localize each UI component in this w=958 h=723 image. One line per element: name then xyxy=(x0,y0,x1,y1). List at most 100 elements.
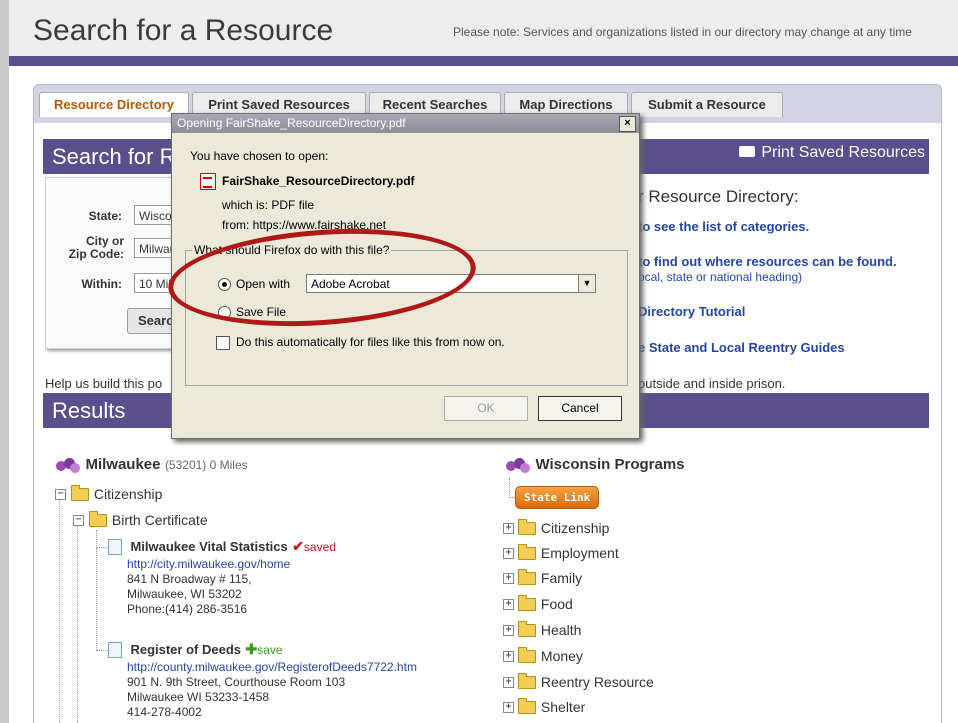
dropdown-arrow-icon[interactable]: ▼ xyxy=(578,275,595,292)
expand-icon[interactable]: + xyxy=(503,702,514,714)
resource-item: Register of Deeds ✚save xyxy=(108,641,283,659)
city-zip-label: City or Zip Code: xyxy=(56,235,124,261)
tree-line xyxy=(96,530,97,548)
cancel-button[interactable]: Cancel xyxy=(538,396,622,421)
printer-icon xyxy=(739,146,756,158)
categories-help-link[interactable]: to see the list of categories. xyxy=(638,219,809,234)
print-saved-resources-link[interactable]: Print Saved Resources xyxy=(739,144,925,162)
close-icon[interactable]: × xyxy=(619,116,636,132)
tree-label: Reentry Resource xyxy=(540,674,654,690)
ok-button[interactable]: OK xyxy=(444,396,528,421)
directory-notice: Please note: Services and organizations … xyxy=(453,25,912,39)
folder-icon xyxy=(518,698,537,715)
collapse-icon[interactable]: − xyxy=(55,489,66,501)
resource-address-line1: 901 N. 9th Street, Courthouse Room 103 xyxy=(127,675,346,689)
program-category[interactable]: + Money xyxy=(503,647,583,666)
document-icon xyxy=(108,641,122,658)
folder-icon xyxy=(71,485,90,502)
checkmark-icon: ✔ xyxy=(292,538,304,554)
tab-resource-directory[interactable]: Resource Directory xyxy=(39,92,189,117)
directory-tutorial-link[interactable]: Directory Tutorial xyxy=(638,304,745,319)
locations-help-link[interactable]: to find out where resources can be found… xyxy=(638,254,897,269)
page-title: Search for a Resource xyxy=(33,14,334,47)
tree-label: Money xyxy=(540,648,583,664)
saved-status[interactable]: saved xyxy=(304,540,336,554)
location-name: Milwaukee xyxy=(85,456,161,473)
folder-icon xyxy=(518,647,537,664)
program-category[interactable]: + Reentry Resource xyxy=(503,673,654,692)
search-section-title: Search for R xyxy=(52,144,176,169)
location-meta: (53201) 0 Miles xyxy=(164,458,248,472)
auto-action-label[interactable]: Do this automatically for files like thi… xyxy=(236,335,505,349)
collapse-icon[interactable]: − xyxy=(73,515,84,527)
dialog-file-type: which is: PDF file xyxy=(222,198,315,212)
header-divider xyxy=(9,56,958,66)
expand-icon[interactable]: + xyxy=(503,548,514,560)
program-category[interactable]: + Employment xyxy=(503,544,619,563)
program-category[interactable]: + Health xyxy=(503,621,582,640)
resource-address-line2: Milwaukee WI 53233-1458 xyxy=(127,690,270,704)
expand-icon[interactable]: + xyxy=(503,523,514,535)
dialog-filename: FairShake_ResourceDirectory.pdf xyxy=(222,174,415,188)
people-icon xyxy=(55,457,81,473)
tree-label: Citizenship xyxy=(93,486,163,502)
programs-heading: Wisconsin Programs xyxy=(505,456,685,474)
expand-icon[interactable]: + xyxy=(503,651,514,663)
folder-icon xyxy=(518,621,537,638)
tab-submit-a-resource[interactable]: Submit a Resource xyxy=(631,92,783,117)
program-category[interactable]: + Family xyxy=(503,569,583,588)
tree-label: Employment xyxy=(540,545,619,561)
program-category[interactable]: + Citizenship xyxy=(503,519,609,538)
program-category[interactable]: + Food xyxy=(503,595,573,614)
tree-label: Food xyxy=(540,596,573,612)
help-build-text: Help us build this po xyxy=(45,376,163,391)
expand-icon[interactable]: + xyxy=(503,677,514,689)
save-action[interactable]: save xyxy=(257,643,282,657)
tree-node-citizenship[interactable]: − Citizenship xyxy=(55,485,163,504)
within-label: Within: xyxy=(81,277,122,291)
folder-icon xyxy=(518,569,537,586)
document-icon xyxy=(108,538,122,555)
tree-line xyxy=(509,478,510,498)
folder-icon xyxy=(518,544,537,561)
tree-label: Birth Certificate xyxy=(111,512,208,528)
resource-item: Milwaukee Vital Statistics ✔saved xyxy=(108,538,336,556)
program-category[interactable]: + Shelter xyxy=(503,698,586,717)
resource-name: Register of Deeds xyxy=(130,642,241,657)
tree-line xyxy=(96,650,108,651)
people-icon xyxy=(505,457,531,473)
dialog-title: Opening FairShake_ResourceDirectory.pdf xyxy=(172,114,639,133)
tree-label: Shelter xyxy=(540,699,586,715)
resource-url[interactable]: http://county.milwaukee.gov/RegisterofDe… xyxy=(127,660,417,674)
location-heading: Milwaukee (53201) 0 Miles xyxy=(55,456,248,474)
tree-label: Family xyxy=(540,570,583,586)
reentry-guides-link[interactable]: e State and Local Reentry Guides xyxy=(638,340,845,355)
expand-icon[interactable]: + xyxy=(503,599,514,611)
tree-line xyxy=(96,547,108,548)
dialog-intro: You have chosen to open: xyxy=(190,149,329,163)
city-label-line1: City or xyxy=(85,234,124,248)
resource-phone: 414-278-4002 xyxy=(127,705,202,719)
locations-help-subtext: ocal, state or national heading) xyxy=(638,270,803,284)
results-title: Results xyxy=(52,398,126,423)
tree-node-birth-certificate[interactable]: − Birth Certificate xyxy=(73,511,208,530)
resource-phone: Phone:(414) 286-3516 xyxy=(127,602,248,616)
auto-action-checkbox[interactable] xyxy=(216,336,230,350)
expand-icon[interactable]: + xyxy=(503,625,514,637)
pdf-file-icon xyxy=(200,173,216,190)
plus-icon: ✚ xyxy=(245,641,258,657)
state-link-button[interactable]: State Link xyxy=(515,486,600,509)
programs-title: Wisconsin Programs xyxy=(535,456,685,473)
folder-icon xyxy=(518,595,537,612)
tree-line xyxy=(77,524,78,723)
print-saved-label: Print Saved Resources xyxy=(761,144,925,161)
resource-name: Milwaukee Vital Statistics xyxy=(130,539,288,554)
tree-label: Health xyxy=(540,622,582,638)
state-label: State: xyxy=(88,209,122,223)
folder-icon xyxy=(518,519,537,536)
expand-icon[interactable]: + xyxy=(503,573,514,585)
tree-line xyxy=(96,548,97,650)
help-build-text-right: outside and inside prison. xyxy=(638,376,786,391)
resource-url[interactable]: http://city.milwaukee.gov/home xyxy=(127,557,290,571)
directory-help-heading: r Resource Directory: xyxy=(638,187,799,206)
